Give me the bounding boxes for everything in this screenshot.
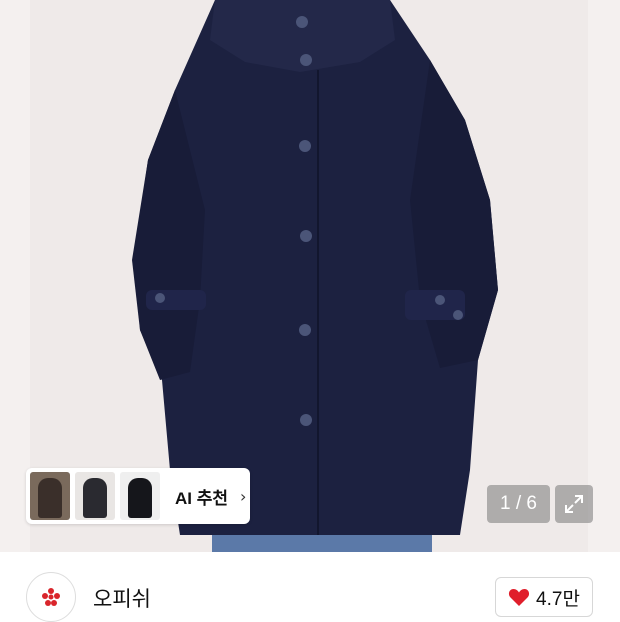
like-button[interactable]: 4.7만 — [495, 577, 593, 617]
chevron-right-icon: › — [240, 486, 247, 506]
expand-icon — [565, 495, 583, 513]
ai-recommend-chip[interactable]: AI 추천 › — [26, 468, 250, 524]
coat-button — [296, 16, 308, 28]
coat-button — [300, 414, 312, 426]
cuff-tab-left — [146, 290, 206, 310]
coat-button — [155, 293, 165, 303]
heart-icon — [508, 589, 530, 606]
ai-recommend-thumbnail[interactable] — [120, 472, 160, 520]
coat-button — [453, 310, 463, 320]
expand-button[interactable] — [555, 485, 593, 523]
shop-logo[interactable] — [26, 572, 76, 622]
gallery-counter: 1 / 6 — [487, 485, 550, 523]
coat-button — [300, 230, 312, 242]
shop-name[interactable]: 오피쉬 — [93, 583, 151, 613]
shop-logo-icon — [42, 588, 60, 606]
coat-button — [300, 54, 312, 66]
coat-button — [435, 295, 445, 305]
like-count: 4.7만 — [536, 588, 580, 610]
ai-recommend-thumbnail[interactable] — [30, 472, 70, 520]
coat-button — [299, 324, 311, 336]
ai-recommend-thumbnail[interactable] — [75, 472, 115, 520]
coat-button — [299, 140, 311, 152]
ai-recommend-label: AI 추천 — [175, 488, 229, 508]
